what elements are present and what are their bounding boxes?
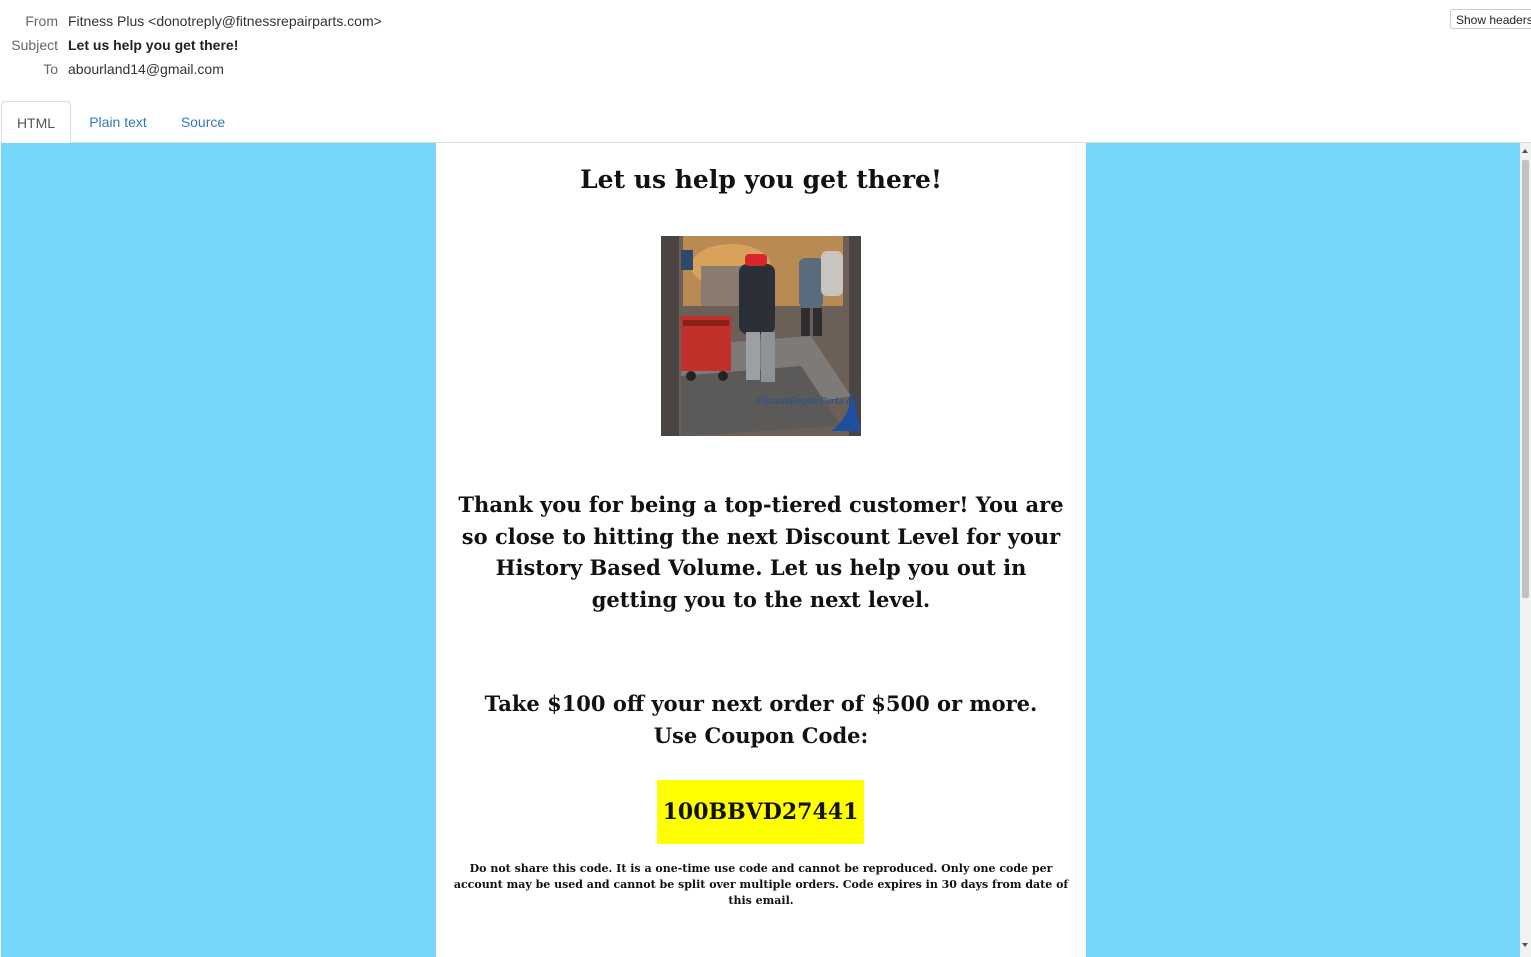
scrollbar-thumb[interactable] [1522, 160, 1529, 598]
thank-you-message: Thank you for being a top-tiered custome… [458, 492, 1064, 612]
scroll-up-icon[interactable] [1522, 149, 1528, 153]
to-label: To [43, 61, 58, 77]
from-value[interactable]: Fitness Plus <donotreply@fitnessrepairpa… [68, 11, 382, 31]
email-content: Let us help you get there! FitnessRepair… [436, 143, 1086, 957]
from-label: From [25, 13, 58, 29]
scroll-down-icon[interactable] [1522, 943, 1528, 947]
email-body-frame[interactable]: Let us help you get there! FitnessRepair… [1, 143, 1520, 957]
show-headers-button[interactable]: Show headers [1450, 9, 1531, 29]
offer-text: Take $100 off your next order of $500 or… [484, 691, 1038, 748]
tab-html[interactable]: HTML [1, 101, 71, 144]
subject-value: Let us help you get there! [68, 37, 239, 53]
view-tabs: HTML Plain text Source [0, 101, 1531, 144]
tab-source[interactable]: Source [168, 101, 238, 143]
scrollbar[interactable] [1520, 143, 1531, 957]
subject-label: Subject [11, 37, 58, 53]
coupon-code: 100BBVD27441 [657, 780, 864, 844]
treadmill-photo: FitnessRepairParts.com [661, 236, 861, 436]
fine-print: Do not share this code. It is a one-time… [453, 862, 1069, 907]
tab-plain-text[interactable]: Plain text [76, 101, 160, 143]
email-title: Let us help you get there! [580, 165, 942, 194]
photo-watermark: FitnessRepairParts.com [756, 397, 861, 407]
message-headers: From Fitness Plus <donotreply@fitnessrep… [0, 0, 1531, 101]
to-value[interactable]: abourland14@gmail.com [68, 59, 224, 79]
